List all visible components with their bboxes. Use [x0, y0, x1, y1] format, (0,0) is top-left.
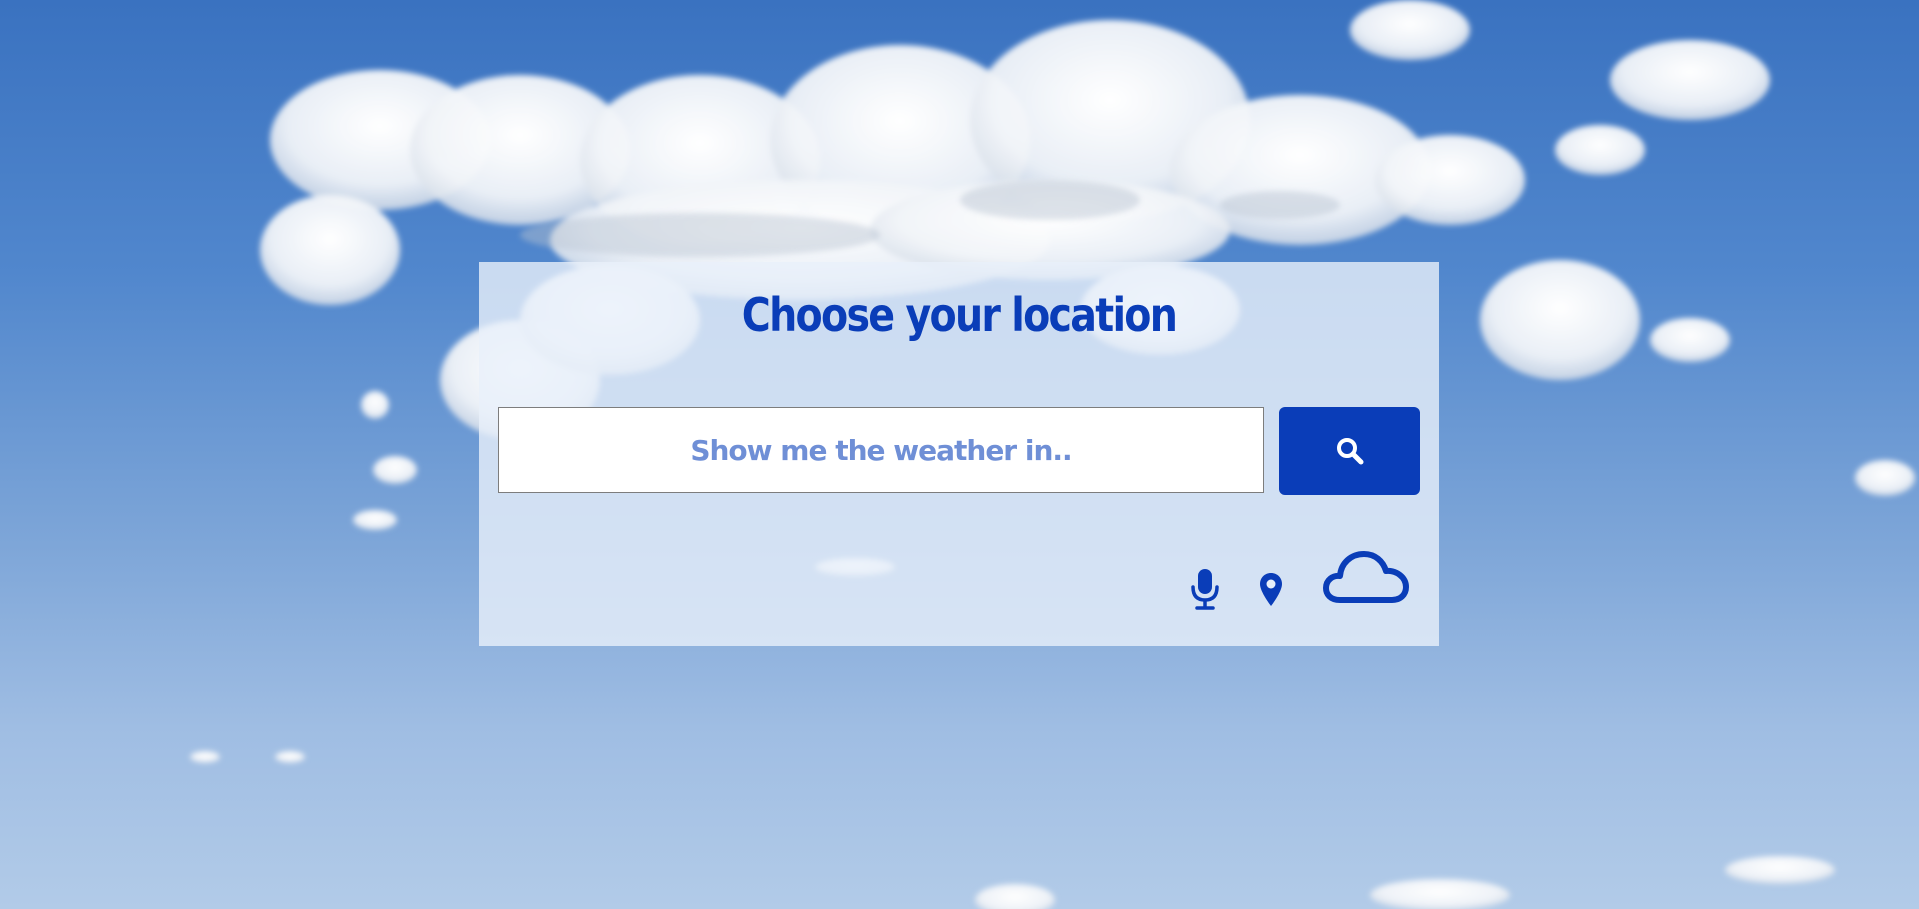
cloud-icon[interactable]: [1322, 544, 1410, 608]
location-pin-icon[interactable]: [1259, 572, 1283, 608]
location-search-input[interactable]: [498, 407, 1264, 493]
location-panel: Choose your location: [479, 262, 1439, 646]
page-title: Choose your location: [741, 288, 1178, 342]
microphone-icon[interactable]: [1190, 567, 1220, 611]
search-icon: [1336, 438, 1363, 465]
search-button[interactable]: [1279, 407, 1420, 495]
